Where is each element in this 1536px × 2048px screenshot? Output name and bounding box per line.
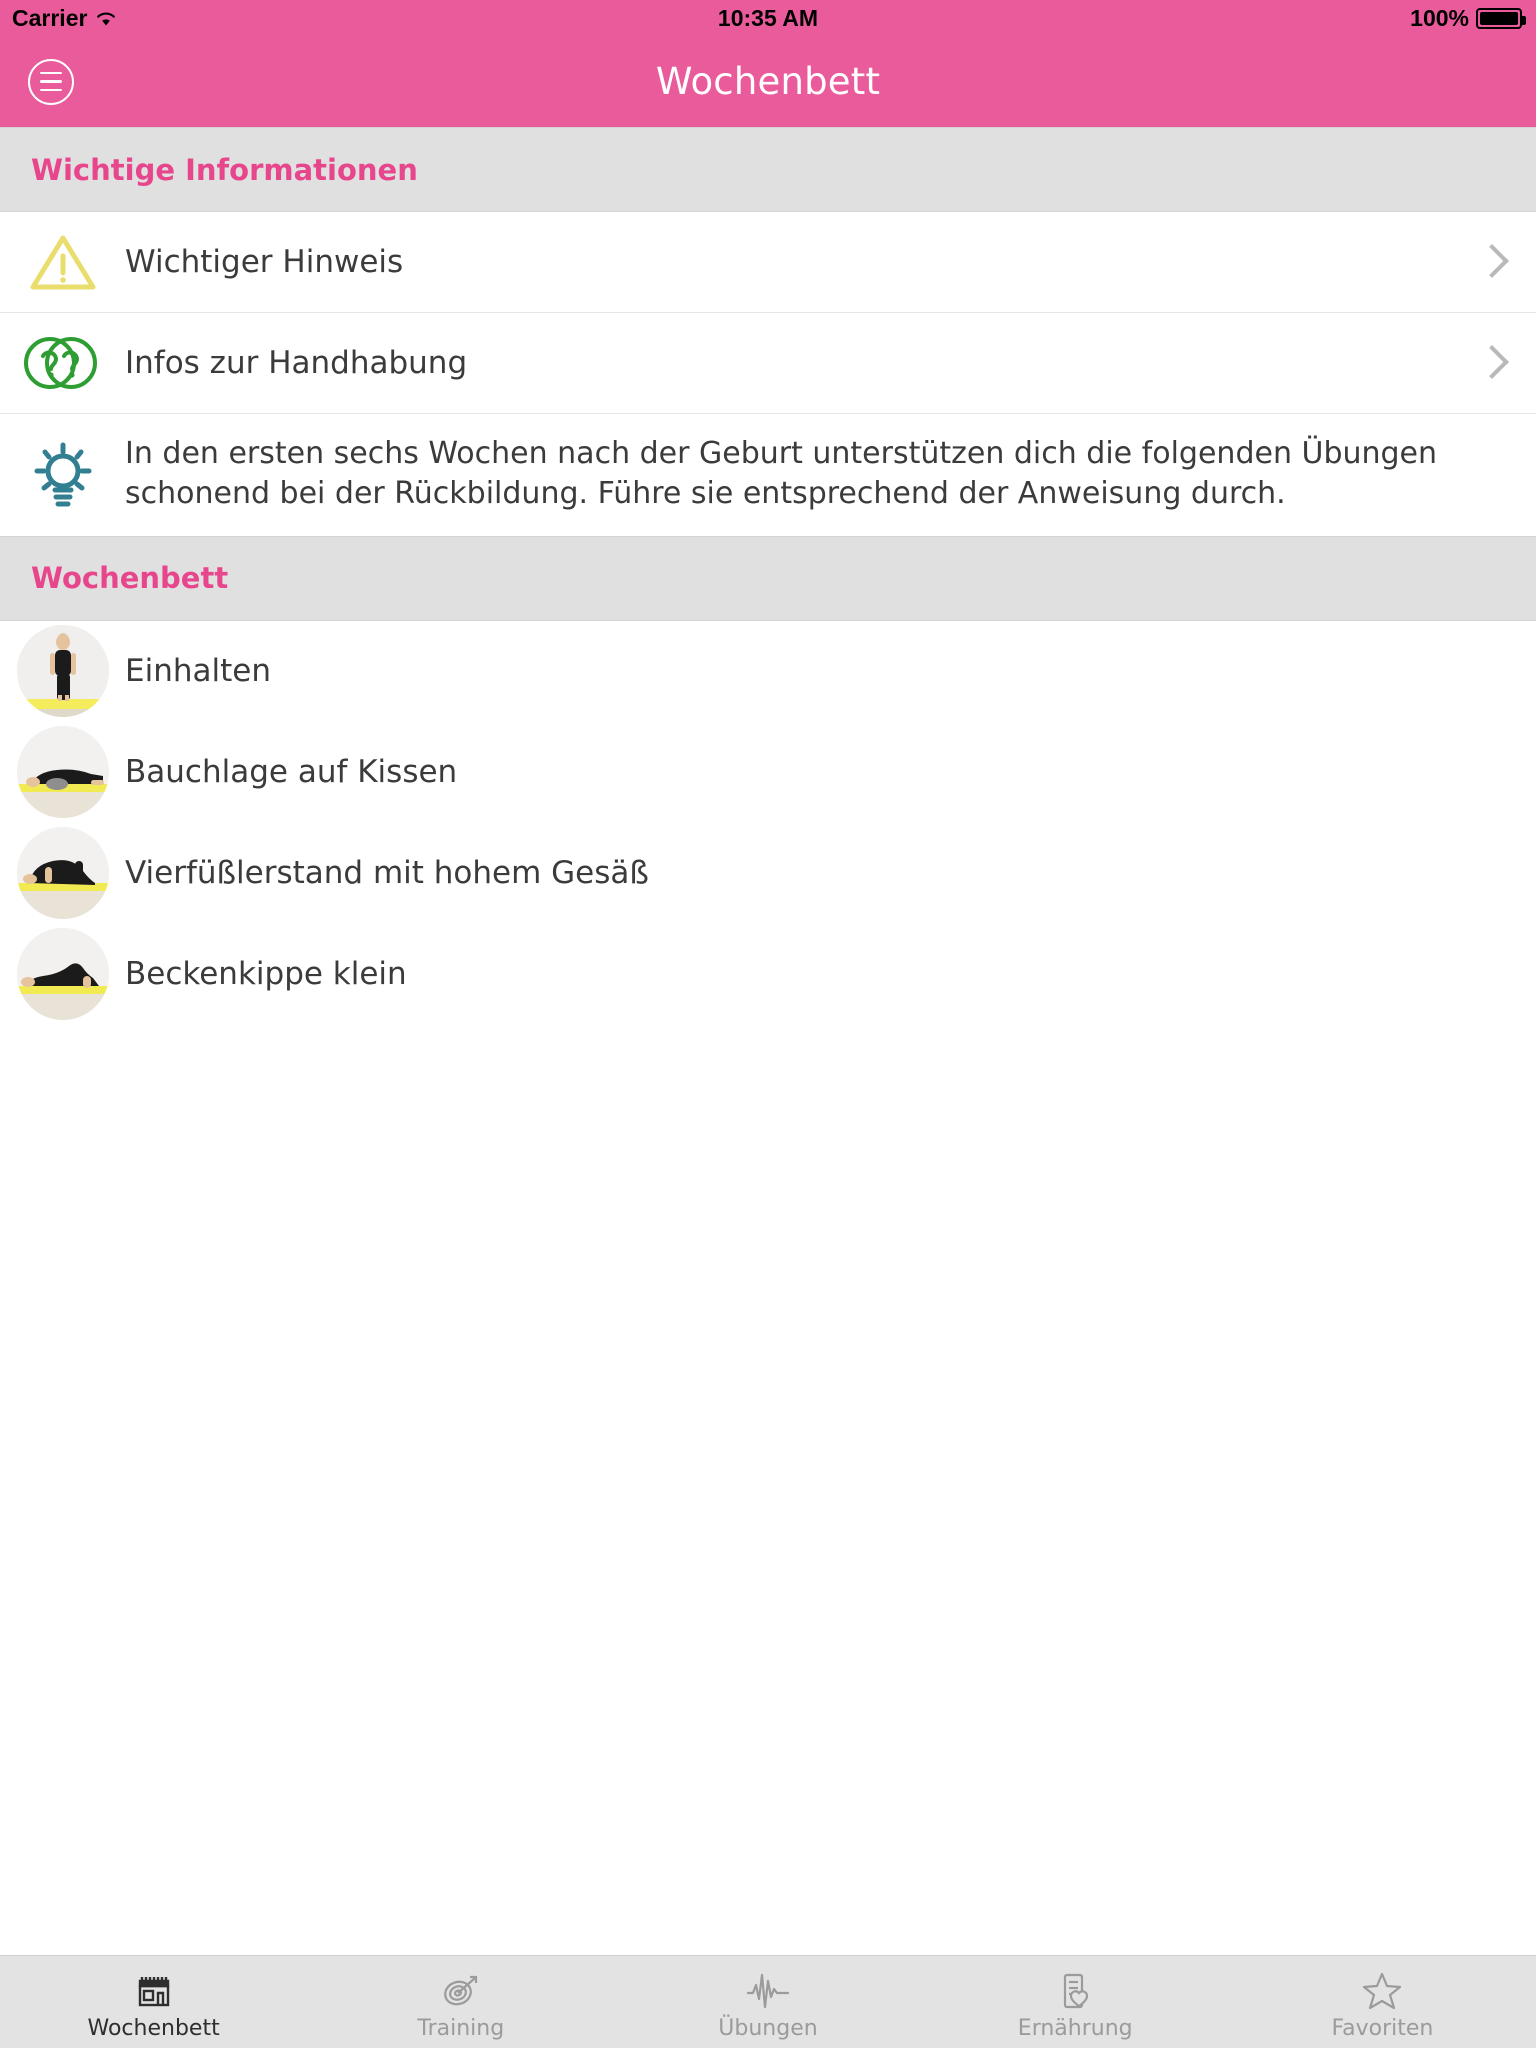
postpartum-bed-icon bbox=[132, 1968, 176, 2014]
tab-favoriten[interactable]: Favoriten bbox=[1229, 1956, 1536, 2048]
list-item-wichtiger-hinweis[interactable]: Wichtiger Hinweis bbox=[0, 212, 1536, 313]
document-heart-icon bbox=[1053, 1968, 1097, 2014]
info-note-row: In den ersten sechs Wochen nach der Gebu… bbox=[0, 414, 1536, 536]
list-item-exercise[interactable]: Beckenkippe klein bbox=[0, 923, 1536, 1025]
info-note-text: In den ersten sechs Wochen nach der Gebu… bbox=[125, 436, 1438, 511]
pelvic-tilt-thumbnail bbox=[16, 928, 109, 1021]
app-screen: Carrier 10:35 AM 100% Wochenbett Wichtig… bbox=[0, 0, 1536, 2048]
menu-line-2 bbox=[40, 80, 62, 83]
navigation-bar: Wochenbett bbox=[0, 36, 1536, 127]
list-item-exercise[interactable]: Einhalten bbox=[0, 620, 1536, 722]
tab-bar: Wochenbett Training Übungen Ernährung Fa… bbox=[0, 1955, 1536, 2048]
exercise-label: Bauchlage auf Kissen bbox=[125, 754, 458, 791]
chevron-right-icon[interactable] bbox=[1476, 340, 1504, 386]
warning-triangle-icon bbox=[0, 231, 125, 293]
tab-label: Ernährung bbox=[1017, 2015, 1133, 2041]
menu-line-3 bbox=[40, 88, 62, 92]
chevron-right-icon[interactable] bbox=[1476, 239, 1504, 285]
tab-uebungen[interactable]: Übungen bbox=[614, 1956, 921, 2048]
star-icon bbox=[1360, 1968, 1404, 2014]
exercise-label: Einhalten bbox=[125, 653, 271, 690]
main-content: Wichtige Informationen Wichtiger Hinweis bbox=[0, 127, 1536, 1955]
section-header-wochenbett: Wochenbett bbox=[0, 535, 1536, 621]
tab-label: Training bbox=[417, 2015, 505, 2041]
pulse-wave-icon bbox=[744, 1968, 792, 2014]
prone-on-pillow-thumbnail bbox=[16, 726, 109, 819]
list-item-label: Wichtiger Hinweis bbox=[125, 244, 404, 280]
tab-label: Favoriten bbox=[1331, 2015, 1434, 2041]
menu-line-1 bbox=[40, 71, 62, 75]
standing-woman-thumbnail bbox=[16, 625, 109, 718]
list-item-label: Infos zur Handhabung bbox=[125, 345, 468, 381]
exercise-label: Vierfüßlerstand mit hohem Gesäß bbox=[125, 855, 649, 892]
tab-ernaehrung[interactable]: Ernährung bbox=[922, 1956, 1229, 2048]
section-header-wichtige-informationen: Wichtige Informationen bbox=[0, 127, 1536, 212]
list-item-infos-zur-handhabung[interactable]: Infos zur Handhabung bbox=[0, 313, 1536, 414]
tab-training[interactable]: Training bbox=[307, 1956, 614, 2048]
tab-wochenbett[interactable]: Wochenbett bbox=[0, 1956, 307, 2048]
list-item-exercise[interactable]: Vierfüßlerstand mit hohem Gesäß bbox=[0, 822, 1536, 924]
hamburger-menu-icon[interactable] bbox=[28, 58, 74, 105]
status-bar-time: 10:35 AM bbox=[717, 4, 819, 31]
exercise-thumbnail-wrap bbox=[0, 726, 125, 819]
battery-icon bbox=[1476, 7, 1526, 29]
page-title: Wochenbett bbox=[655, 60, 881, 103]
target-dart-icon bbox=[439, 1968, 483, 2014]
list-item-exercise[interactable]: Bauchlage auf Kissen bbox=[0, 721, 1536, 823]
quadruped-high-hips-thumbnail bbox=[16, 827, 109, 920]
status-bar-right: 100% bbox=[1410, 4, 1526, 32]
tab-label: Übungen bbox=[718, 2015, 818, 2041]
exercise-label: Beckenkippe klein bbox=[125, 956, 407, 993]
tab-label: Wochenbett bbox=[87, 2015, 220, 2041]
exercise-thumbnail-wrap bbox=[0, 625, 125, 718]
exercise-thumbnail-wrap bbox=[0, 827, 125, 920]
status-bar: Carrier 10:35 AM 100% bbox=[0, 0, 1536, 36]
lightbulb-icon bbox=[0, 434, 125, 510]
battery-percent-label: 100% bbox=[1410, 4, 1469, 31]
double-question-mark-icon bbox=[0, 331, 125, 395]
exercise-thumbnail-wrap bbox=[0, 928, 125, 1021]
